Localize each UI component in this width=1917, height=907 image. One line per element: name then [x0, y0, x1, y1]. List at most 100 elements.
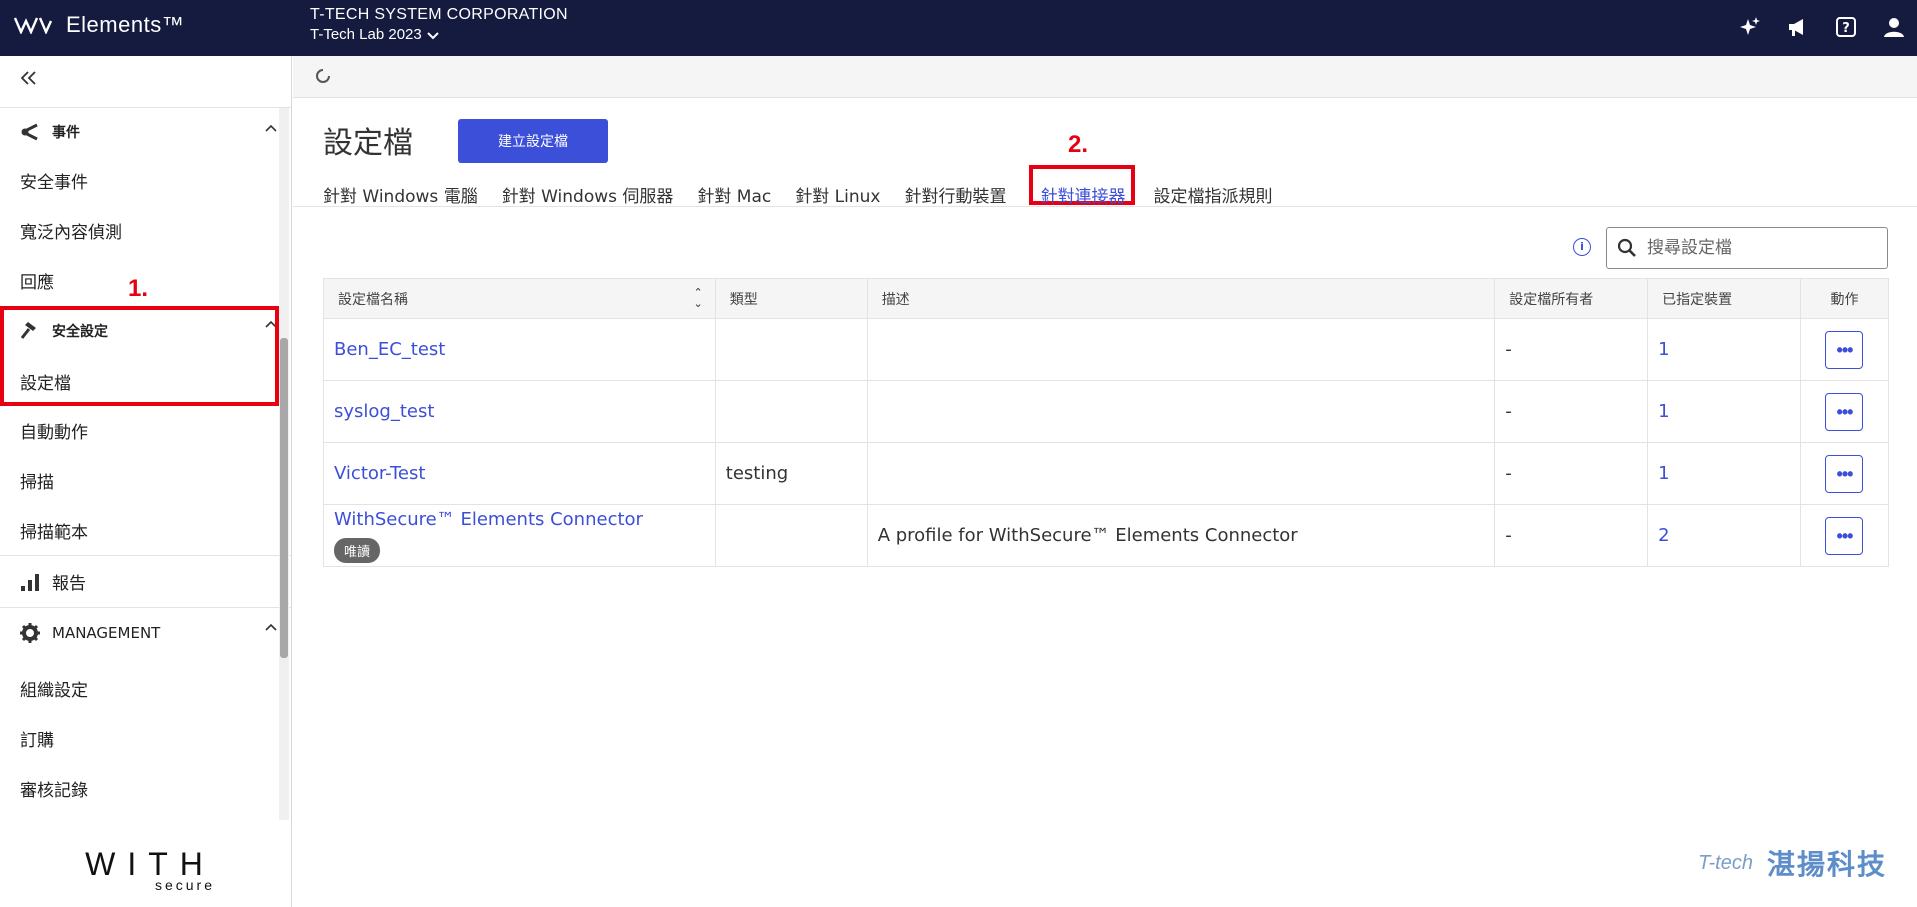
watermark-latin: T-tech	[1698, 851, 1753, 874]
tab-connectors[interactable]: 針對連接器	[1040, 172, 1137, 218]
assigned-devices-cell[interactable]: 1	[1647, 442, 1801, 505]
profile-name-link[interactable]: Victor-Test	[334, 463, 425, 484]
column-header-label: 設定檔名稱	[338, 291, 408, 308]
actions-cell: •••	[1799, 504, 1890, 567]
column-header-type: 類型	[714, 278, 868, 319]
loading-spinner-icon	[316, 69, 330, 83]
annotation-step-1: 1.	[128, 275, 149, 302]
highlight-box-security-config	[0, 306, 279, 406]
type-cell: testing	[714, 442, 868, 505]
withsecure-footer-logo: WITH secure	[60, 846, 240, 893]
table-row: syslog_test - 1 •••	[323, 380, 1890, 443]
svg-text:?: ?	[1842, 21, 1850, 36]
double-chevron-left-icon	[20, 71, 36, 85]
tab-windows-servers[interactable]: 針對 Windows 伺服器	[502, 172, 686, 218]
profiles-table: 設定檔名稱 ⌃ ⌄ 類型 描述 設定檔所有者 已指定裝置 動作 Ben_EC_tes…	[323, 278, 1890, 567]
section-label: MANAGEMENT	[52, 623, 161, 642]
sidebar-item-automated-actions[interactable]: 自動動作	[0, 405, 292, 455]
sidebar-item-scan[interactable]: 掃描	[0, 455, 292, 505]
column-header-name[interactable]: 設定檔名稱 ⌃ ⌄	[323, 278, 716, 319]
owner-cell: -	[1494, 380, 1649, 443]
profile-name-cell: WithSecure™ Elements Connector 唯讀	[323, 504, 716, 567]
profile-name-link[interactable]: WithSecure™ Elements Connector	[334, 509, 643, 530]
search-box[interactable]	[1606, 227, 1888, 269]
info-icon[interactable]: i	[1573, 238, 1591, 256]
events-icon	[20, 121, 42, 143]
assigned-devices-cell[interactable]: 1	[1647, 318, 1801, 381]
actions-cell: •••	[1799, 380, 1890, 443]
tab-assignment-rules[interactable]: 設定檔指派規則	[1153, 172, 1284, 218]
profile-name-cell: Victor-Test	[323, 442, 716, 505]
chevron-up-icon[interactable]	[264, 622, 278, 632]
sidebar-item-broad-context-detection[interactable]: 寬泛內容偵測	[0, 205, 292, 255]
loading-bar	[293, 56, 1917, 98]
sidebar-item-org-settings[interactable]: 組織設定	[0, 663, 292, 713]
sparkle-icon[interactable]	[1737, 14, 1763, 40]
section-label: 報告	[52, 574, 86, 594]
type-cell	[714, 318, 868, 381]
profile-name-link[interactable]: syslog_test	[334, 401, 434, 422]
lab-name: T-Tech Lab 2023	[310, 26, 422, 43]
megaphone-icon[interactable]	[1785, 14, 1811, 40]
more-actions-button[interactable]: •••	[1825, 330, 1864, 369]
sidebar-item-security-events[interactable]: 安全事件	[0, 155, 292, 205]
owner-cell: -	[1494, 318, 1649, 381]
app-brand[interactable]: Elements™	[14, 12, 184, 38]
description-cell	[866, 442, 1496, 505]
owner-cell: -	[1494, 504, 1649, 567]
gear-icon	[20, 622, 42, 644]
watermark-chinese: 湛揚科技	[1766, 849, 1887, 880]
tab-linux[interactable]: 針對 Linux	[795, 172, 892, 218]
chevron-down-icon	[427, 31, 439, 39]
table-row: Victor-Test testing - 1 •••	[323, 442, 1890, 505]
more-actions-button[interactable]: •••	[1825, 392, 1864, 431]
sidebar-item-scan-templates[interactable]: 掃描範本	[0, 505, 292, 555]
sidebar-scrollbar[interactable]	[279, 108, 289, 820]
assigned-devices-cell[interactable]: 1	[1647, 380, 1801, 443]
description-cell	[866, 318, 1496, 381]
collapse-sidebar-button[interactable]	[0, 56, 291, 108]
top-bar: Elements™ T-TECH SYSTEM CORPORATION T-Te…	[0, 0, 1917, 56]
watermark-logo: T-tech 湛揚科技	[1698, 843, 1887, 883]
description-cell: A profile for WithSecure™ Elements Conne…	[866, 504, 1496, 567]
type-cell	[714, 380, 868, 443]
chevron-up-icon[interactable]	[264, 123, 278, 133]
create-profile-button[interactable]: 建立設定檔	[458, 119, 608, 163]
column-header-owner: 設定檔所有者	[1494, 278, 1649, 319]
section-management[interactable]: MANAGEMENT	[0, 607, 292, 657]
section-reports[interactable]: 報告	[0, 555, 292, 607]
org-switcher[interactable]: T-TECH SYSTEM CORPORATION T-Tech Lab 202…	[310, 6, 568, 43]
profile-tabs: 針對 Windows 電腦 針對 Windows 伺服器 針對 Mac 針對 L…	[323, 172, 1296, 218]
scrollbar-thumb[interactable]	[280, 338, 288, 658]
main-content: 設定檔 建立設定檔 針對 Windows 電腦 針對 Windows 伺服器 針…	[293, 56, 1917, 907]
table-header-row: 設定檔名稱 ⌃ ⌄ 類型 描述 設定檔所有者 已指定裝置 動作	[323, 278, 1890, 319]
bar-chart-icon	[20, 571, 42, 593]
table-row: Ben_EC_test - 1 •••	[323, 318, 1890, 381]
column-header-actions: 動作	[1799, 278, 1890, 319]
sort-icon[interactable]: ⌃ ⌄	[694, 287, 703, 309]
assigned-devices-cell[interactable]: 2	[1647, 504, 1801, 567]
section-events[interactable]: 事件	[0, 109, 292, 155]
actions-cell: •••	[1799, 318, 1890, 381]
user-icon[interactable]	[1881, 14, 1907, 40]
table-row: WithSecure™ Elements Connector 唯讀 A profi…	[323, 504, 1890, 567]
sidebar-item-audit-log[interactable]: 審核記錄	[0, 763, 292, 813]
column-header-assigned: 已指定裝置	[1647, 278, 1801, 319]
help-icon[interactable]: ?	[1833, 14, 1859, 40]
tab-divider	[293, 206, 1917, 207]
tab-mobile-devices[interactable]: 針對行動裝置	[904, 172, 1018, 218]
read-only-badge: 唯讀	[334, 537, 381, 563]
tab-windows-computers[interactable]: 針對 Windows 電腦	[323, 172, 490, 218]
actions-cell: •••	[1799, 442, 1890, 505]
withsecure-logo-icon	[14, 17, 53, 34]
more-actions-button[interactable]: •••	[1825, 516, 1864, 555]
description-cell	[866, 380, 1496, 443]
app-name: Elements™	[66, 12, 185, 37]
sidebar: 事件 安全事件 寬泛內容偵測 回應 安全設定 設定檔 自動動作 掃描 掃描範本 …	[0, 56, 292, 907]
sidebar-item-subscriptions[interactable]: 訂購	[0, 713, 292, 763]
more-actions-button[interactable]: •••	[1825, 454, 1864, 493]
tab-mac[interactable]: 針對 Mac	[697, 172, 783, 218]
search-input[interactable]	[1647, 238, 1867, 258]
profile-name-link[interactable]: Ben_EC_test	[334, 339, 445, 360]
page-title: 設定檔	[323, 126, 413, 161]
